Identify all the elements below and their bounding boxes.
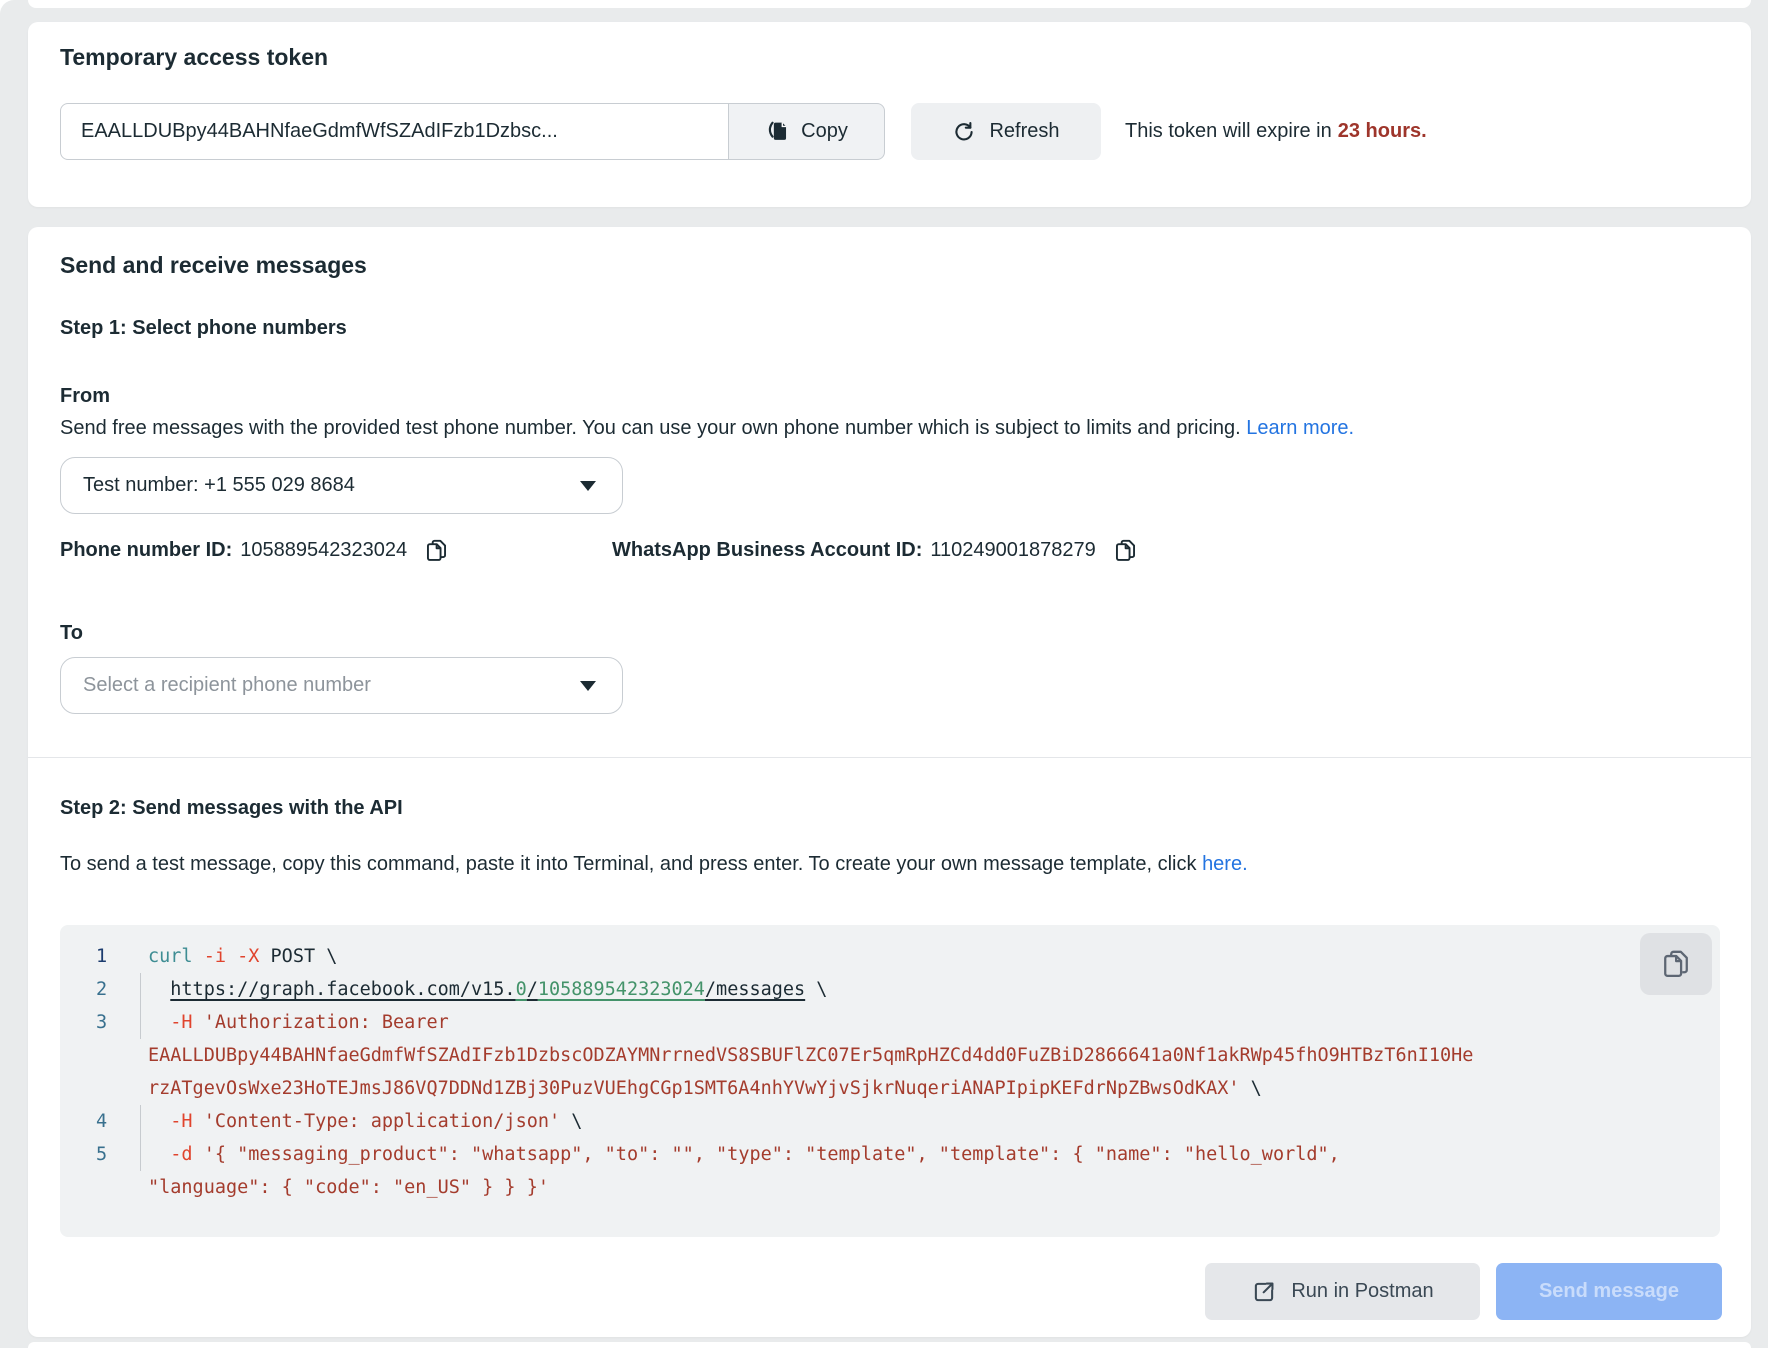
refresh-token-button[interactable]: Refresh [911,103,1101,160]
viewport-corner-notch [0,0,30,16]
code-line: 5 -d '{ "messaging_product": "whatsapp",… [60,1138,1720,1171]
copy-icon [1659,947,1693,981]
copy-waba-id-button[interactable] [1112,537,1139,564]
page: Temporary access token Copy [0,0,1768,1348]
waba-id-row: WhatsApp Business Account ID: 1102490018… [612,537,1139,564]
copy-icon [765,119,790,144]
from-dropdown-value: Test number: +1 555 029 8684 [83,474,355,497]
run-postman-label: Run in Postman [1291,1280,1433,1303]
step1-heading: Step 1: Select phone numbers [60,317,347,340]
previous-card-remnant [28,0,1751,8]
messages-card-title: Send and receive messages [60,252,367,279]
copy-token-button[interactable]: Copy [728,103,885,160]
to-dropdown-placeholder: Select a recipient phone number [83,674,371,697]
copy-icon [423,537,450,564]
code-line: 3 -H 'Authorization: Bearer [60,1006,1720,1039]
refresh-button-label: Refresh [989,120,1059,143]
code-line: 2 https://graph.facebook.com/v15.0/10588… [60,973,1720,1006]
phone-number-id-row: Phone number ID: 105889542323024 [60,537,450,564]
code-lines: 1curl -i -X POST \2 https://graph.facebo… [60,940,1720,1204]
waba-id-value: 110249001878279 [930,539,1095,562]
access-token-input[interactable] [60,103,729,160]
waba-id-label: WhatsApp Business Account ID: [612,539,922,562]
external-link-icon [1251,1279,1277,1305]
code-line: EAALLDUBpy44BAHNfaeGdmfWfSZAdIFzb1DzbscO… [60,1039,1720,1072]
token-expiry-highlight: 23 hours. [1338,120,1427,143]
step2-description: To send a test message, copy this comman… [60,853,1248,876]
code-line: 4 -H 'Content-Type: application/json' \ [60,1105,1720,1138]
here-link[interactable]: here. [1202,853,1248,875]
from-description: Send free messages with the provided tes… [60,417,1354,440]
copy-button-label: Copy [801,120,848,143]
run-postman-button[interactable]: Run in Postman [1205,1263,1480,1320]
send-message-label: Send message [1539,1280,1679,1302]
learn-more-link[interactable]: Learn more. [1246,417,1354,439]
from-number-dropdown[interactable]: Test number: +1 555 029 8684 [60,457,623,514]
to-label: To [60,622,83,645]
phone-number-id-label: Phone number ID: [60,539,232,562]
temporary-token-card: Temporary access token Copy [28,22,1751,207]
code-line: 1curl -i -X POST \ [60,940,1720,973]
next-card-remnant [28,1342,1751,1348]
code-line: rzATgevOsWxe23HoTEJmsJ86VQ7DDNd1ZBj30Puz… [60,1072,1720,1105]
code-line: "language": { "code": "en_US" } } }' [60,1171,1720,1204]
dropdown-caret-icon [580,481,596,491]
token-card-title: Temporary access token [60,44,328,71]
from-label: From [60,385,110,408]
send-message-button[interactable]: Send message [1496,1263,1722,1320]
token-input-group: Copy [60,103,885,160]
send-receive-messages-card: Send and receive messages Step 1: Select… [28,227,1751,1337]
token-expiry-text: This token will expire in 23 hours. [1125,103,1427,160]
code-copy-button[interactable] [1640,933,1712,995]
to-recipient-dropdown[interactable]: Select a recipient phone number [60,657,623,714]
refresh-icon [952,120,976,144]
copy-icon [1112,537,1139,564]
step2-heading: Step 2: Send messages with the API [60,797,403,820]
code-block: 1curl -i -X POST \2 https://graph.facebo… [60,925,1720,1237]
section-divider [28,757,1751,758]
phone-number-id-value: 105889542323024 [240,539,407,562]
copy-phone-id-button[interactable] [423,537,450,564]
dropdown-caret-icon [580,681,596,691]
